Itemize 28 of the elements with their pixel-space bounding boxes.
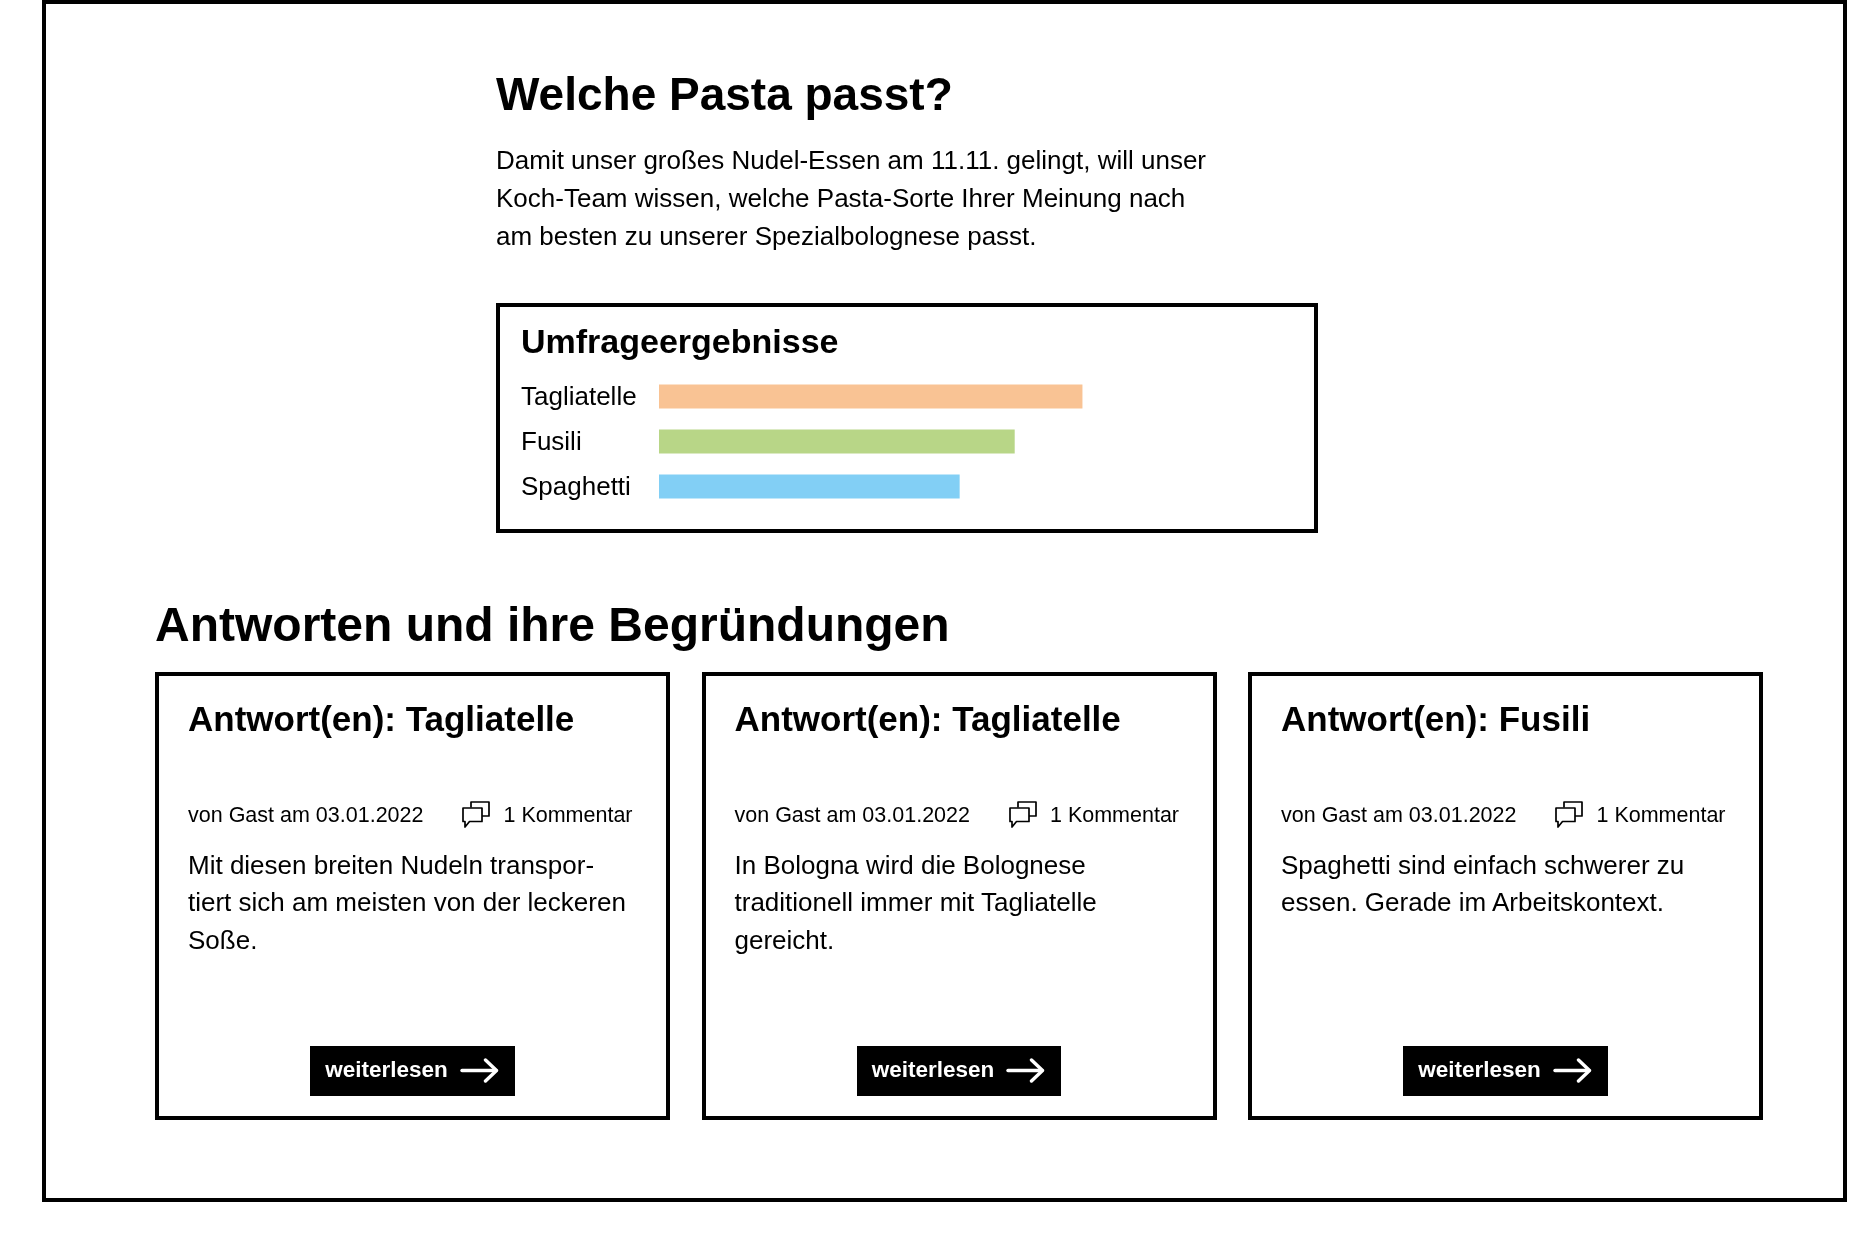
comment-count: 1 Kommentar: [1049, 801, 1180, 829]
read-more-button[interactable]: weiterlesen: [310, 1045, 515, 1096]
comment-count: 1 Kommentar: [1596, 801, 1726, 829]
chart-title: Umfrageergebnisse: [521, 321, 839, 363]
answer-text: Mit diesen breiten Nudeln transpor- tiert sich am meisten von der leckeren Soße.: [188, 848, 626, 958]
comment-count: 1 Kommentar: [503, 801, 633, 829]
arrow-right-icon: [459, 1058, 499, 1084]
speech-bubbles-icon: [1555, 801, 1584, 829]
read-more-button[interactable]: weiterlesen: [856, 1045, 1062, 1096]
card-title: Antwort(en): Tagliatelle: [188, 697, 575, 740]
read-more-button[interactable]: weiterlesen: [1403, 1045, 1608, 1096]
intro-text: Damit unser großes Nudel-Essen am 11.11. gelingt, will unser Koch-Team wissen, welche Pasta-Sorte Ihrer Meinung nach am besten zu unserer Spezialbolognese passt.: [496, 144, 1207, 253]
arrow-right-icon: [1006, 1058, 1046, 1084]
answer-text: Spaghetti sind einfach schwerer zu essen. Gerade im Arbeitskontext.: [1281, 848, 1685, 920]
speech-bubbles-icon: [1008, 801, 1037, 829]
card-title: Antwort(en): Tagliatelle: [734, 697, 1121, 740]
speech-bubbles-icon: [462, 801, 491, 829]
byline-text: von Gast am 03.01.2022: [188, 801, 424, 829]
answer-text: In Bologna wird die Bolognese traditionell immer mit Tagliatelle gereicht.: [734, 848, 1097, 958]
category-label: Spaghetti: [521, 471, 631, 503]
category-label: Tagliatelle: [521, 381, 637, 413]
arrow-right-icon: [1552, 1058, 1592, 1084]
section-heading: Antworten und ihre Begründungen: [155, 597, 950, 654]
category-label: Fusili: [521, 426, 582, 458]
byline-text: von Gast am 03.01.2022: [1281, 801, 1517, 829]
card-title: Antwort(en): Fusili: [1281, 697, 1591, 740]
page-title: Welche Pasta passt?: [496, 67, 953, 122]
byline-text: von Gast am 03.01.2022: [734, 801, 970, 829]
